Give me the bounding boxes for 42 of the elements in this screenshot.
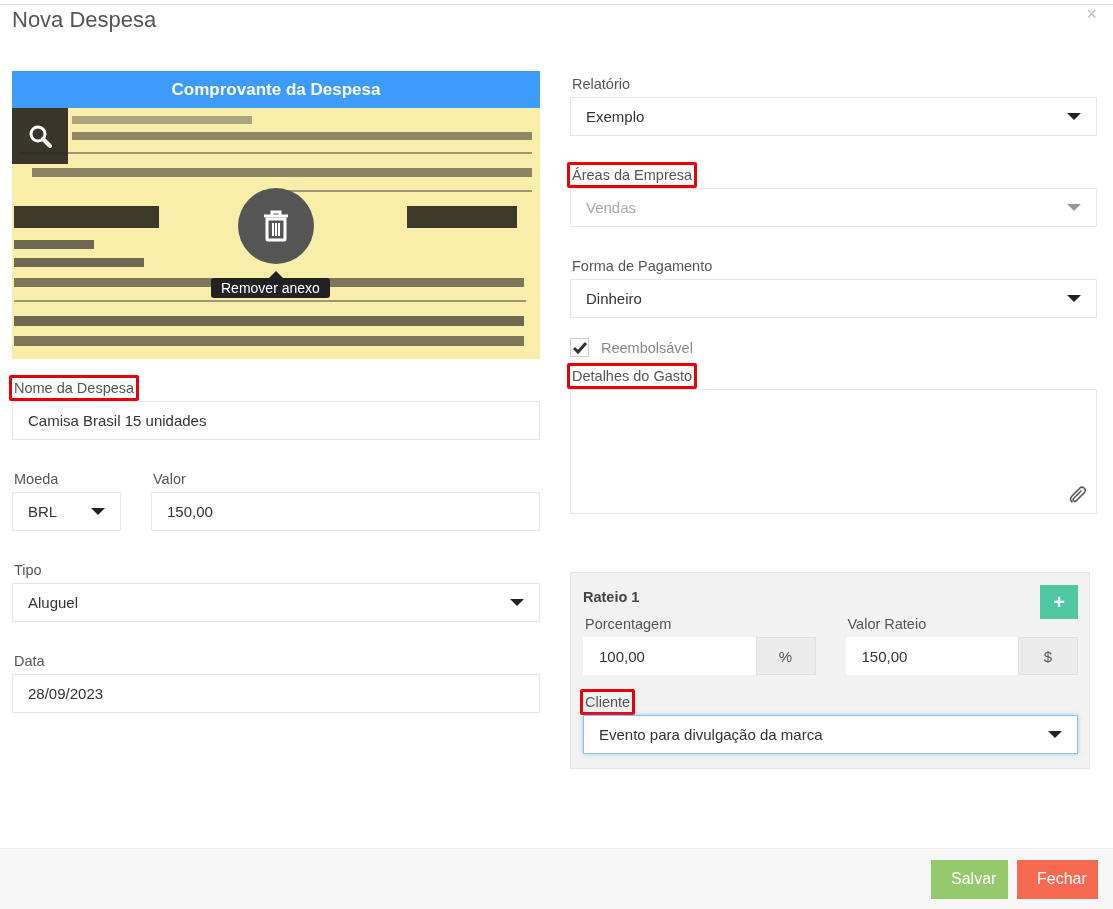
- paperclip-icon: [1068, 485, 1088, 505]
- checkbox[interactable]: [570, 338, 589, 357]
- field-label: Valor Rateio: [846, 615, 928, 634]
- tooltip: Remover anexo: [211, 278, 330, 298]
- input-field[interactable]: 150,00: [151, 492, 540, 531]
- check-icon: [571, 340, 588, 355]
- field-label: Moeda: [13, 470, 60, 489]
- select-field[interactable]: Aluguel: [12, 583, 540, 622]
- field-label: Detalhes do Gasto: [567, 363, 698, 389]
- zoom-button[interactable]: [12, 108, 68, 164]
- checkbox-label: Reembolsável: [601, 339, 693, 356]
- caret-icon: [1067, 295, 1081, 302]
- caret-icon: [91, 508, 105, 515]
- field-label: Porcentagem: [584, 615, 673, 634]
- field-label: Nome da Despesa: [9, 375, 140, 401]
- field-label: Cliente: [580, 689, 636, 715]
- field-label: Data: [13, 652, 46, 671]
- caret-icon: [510, 599, 524, 606]
- textarea-field[interactable]: [570, 389, 1097, 514]
- select-field[interactable]: BRL: [12, 492, 121, 531]
- input-field[interactable]: Camisa Brasil 15 unidades: [12, 401, 540, 440]
- allocation-title: Rateio 1: [583, 589, 640, 605]
- select-field[interactable]: Exemplo: [570, 97, 1097, 136]
- select-field[interactable]: Dinheiro: [570, 279, 1097, 318]
- caret-icon: [1067, 204, 1081, 211]
- dialog-title: Nova Despesa: [12, 7, 157, 33]
- field-label: Áreas da Empresa: [567, 162, 698, 188]
- field-label: Forma de Pagamento: [571, 257, 714, 276]
- input-field[interactable]: 28/09/2023: [12, 674, 540, 713]
- select-field[interactable]: Evento para divulgação da marca: [583, 715, 1078, 754]
- field-label: Tipo: [13, 561, 43, 580]
- input-field[interactable]: 100,00: [583, 637, 756, 675]
- caret-icon: [1067, 113, 1081, 120]
- field-label: Valor: [152, 470, 187, 489]
- search-icon: [28, 124, 52, 148]
- input-field[interactable]: 150,00: [845, 637, 1018, 675]
- unit-addon: $: [1018, 637, 1078, 675]
- field-label: Relatório: [571, 75, 632, 94]
- trash-icon: [262, 210, 290, 242]
- attachment-header: Comprovante da Despesa: [12, 71, 540, 108]
- caret-icon: [1048, 731, 1062, 738]
- unit-addon: %: [755, 637, 816, 675]
